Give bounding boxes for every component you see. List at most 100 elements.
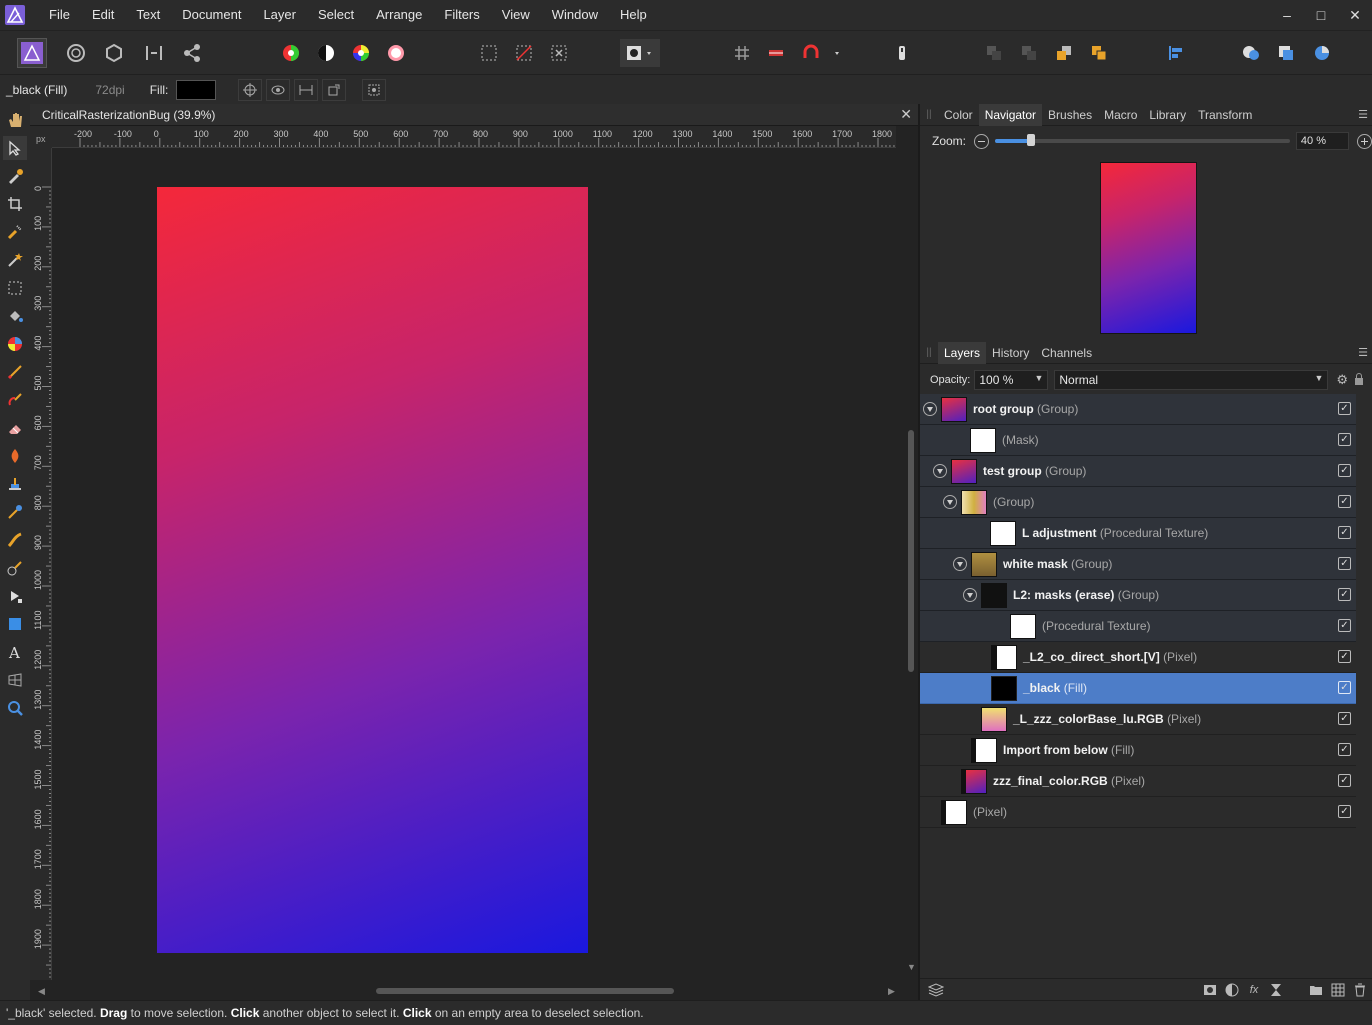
vertical-ruler[interactable]: 0 100 200 300 400 500 600 700 800 900 1000 1100 1200… [30,148,52,980]
hsl-icon[interactable] [347,39,375,67]
visibility-checkbox[interactable]: ✓ [1338,774,1351,787]
horizontal-ruler[interactable]: -200 -100 0 100 200 300 400 500 600 700 800 900 1000… [52,126,896,148]
layer-row[interactable]: root group (Group) ✓ [920,394,1356,425]
fill-color-swatch[interactable] [176,79,217,100]
tab-brushes[interactable]: Brushes [1042,104,1098,126]
fit-width-icon[interactable] [294,78,319,101]
layer-row[interactable]: _L2_co_direct_short.[V] (Pixel) ✓ [920,642,1356,673]
mask-mode-dropdown[interactable] [620,39,660,67]
view-tool-hand-icon[interactable] [3,108,27,132]
tab-macro[interactable]: Macro [1098,104,1143,126]
add-mask-icon[interactable] [1202,982,1218,998]
levels-icon[interactable] [277,39,305,67]
photo-persona-icon[interactable] [17,38,47,68]
liquify-persona-icon[interactable] [62,39,90,67]
node-tool-icon[interactable] [3,584,27,608]
document-close-icon[interactable]: ✕ [900,106,912,123]
tab-color[interactable]: Color [938,104,979,126]
visibility-checkbox[interactable]: ✓ [1338,805,1351,818]
horizontal-scroll-thumb[interactable] [376,988,674,994]
align-left-icon[interactable] [1162,39,1190,67]
layer-row[interactable]: (Procedural Texture) ✓ [920,611,1356,642]
resize-icon[interactable] [322,78,347,101]
visibility-checkbox[interactable]: ✓ [1338,619,1351,632]
zoom-out-icon[interactable] [974,133,989,149]
expand-toggle-icon[interactable] [923,402,937,416]
color-replacement-tool-icon[interactable] [3,388,27,412]
scroll-down-arrow-icon[interactable]: ▼ [907,962,916,972]
visibility-checkbox[interactable]: ✓ [1338,464,1351,477]
menu-document[interactable]: Document [171,0,252,30]
visibility-checkbox[interactable]: ✓ [1338,743,1351,756]
tab-navigator[interactable]: Navigator [978,103,1043,126]
brightness-contrast-icon[interactable] [312,39,340,67]
menu-help[interactable]: Help [609,0,658,30]
tab-library[interactable]: Library [1143,104,1192,126]
visibility-checkbox[interactable]: ✓ [1338,650,1351,663]
export-persona-icon[interactable] [178,39,206,67]
move-to-back-icon[interactable] [980,39,1008,67]
develop-persona-icon[interactable] [100,39,128,67]
white-balance-icon[interactable] [382,39,410,67]
layers-panel-icon[interactable] [928,982,944,998]
flood-select-tool-icon[interactable] [3,248,27,272]
tab-transform[interactable]: Transform [1192,104,1258,126]
blend-mode-select[interactable]: Normal ▼ [1054,370,1329,390]
menu-edit[interactable]: Edit [81,0,125,30]
menu-layer[interactable]: Layer [252,0,307,30]
expand-toggle-icon[interactable] [933,464,947,478]
visibility-checkbox[interactable]: ✓ [1338,495,1351,508]
move-tool-icon[interactable] [3,136,27,160]
visibility-checkbox[interactable]: ✓ [1338,557,1351,570]
layer-row[interactable]: zzz_final_color.RGB (Pixel) ✓ [920,766,1356,797]
panel-menu-icon[interactable]: ☰ [1358,108,1368,121]
close-button[interactable]: ✕ [1338,0,1372,30]
expand-toggle-icon[interactable] [963,588,977,602]
deselect-icon[interactable] [510,39,538,67]
minimize-button[interactable]: – [1270,0,1304,30]
move-forward-one-icon[interactable] [1050,39,1078,67]
layer-row[interactable]: L2: masks (erase) (Group) ✓ [920,580,1356,611]
layer-row[interactable]: (Pixel) ✓ [920,797,1356,828]
layer-row[interactable]: white mask (Group) ✓ [920,549,1356,580]
rectangle-tool-icon[interactable] [3,612,27,636]
lock-icon[interactable] [1354,372,1364,388]
gear-icon[interactable]: ⚙ [1336,372,1348,388]
add-group-folder-icon[interactable] [1308,982,1324,998]
scroll-left-arrow-icon[interactable]: ◀ [38,986,45,997]
move-back-one-icon[interactable] [1015,39,1043,67]
visibility-checkbox[interactable]: ✓ [1338,681,1351,694]
panel-grip-icon[interactable]: || [920,347,938,358]
live-filter-icon[interactable] [1268,982,1284,998]
tab-layers[interactable]: Layers [938,341,987,364]
gradient-tool-icon[interactable] [3,332,27,356]
zoom-tool-icon[interactable] [3,696,27,720]
blemish-removal-tool-icon[interactable] [3,500,27,524]
transform-origin-icon[interactable] [238,78,263,101]
dodge-brush-tool-icon[interactable] [3,444,27,468]
paint-brush-tool-icon[interactable] [3,360,27,384]
mesh-warp-tool-icon[interactable] [3,556,27,580]
snapping-guides-icon[interactable] [762,39,790,67]
menu-file[interactable]: File [38,0,81,30]
boolean-add-icon[interactable] [1237,39,1265,67]
selection-brush-tool-icon[interactable] [3,220,27,244]
opacity-input[interactable]: 100 % ▼ [974,370,1049,390]
crop-tool-icon[interactable] [3,192,27,216]
menu-window[interactable]: Window [541,0,609,30]
visibility-checkbox[interactable]: ✓ [1338,526,1351,539]
delete-layer-trash-icon[interactable] [1352,982,1368,998]
horizontal-scrollbar[interactable]: ◀ ▶ [30,980,905,1000]
color-picker-tool-icon[interactable] [3,164,27,188]
marquee-tool-icon[interactable] [3,276,27,300]
text-tool-icon[interactable]: A [3,640,27,664]
document-tab[interactable]: CriticalRasterizationBug (39.9%) ✕ [30,104,918,126]
vertical-scrollbar[interactable]: ▼ [905,126,918,980]
layer-row[interactable]: _L_zzz_colorBase_lu.RGB (Pixel) ✓ [920,704,1356,735]
visibility-checkbox[interactable]: ✓ [1338,433,1351,446]
menu-view[interactable]: View [491,0,541,30]
expand-toggle-icon[interactable] [943,495,957,509]
tone-mapping-persona-icon[interactable] [140,39,168,67]
rasterize-icon[interactable] [362,78,387,101]
menu-filters[interactable]: Filters [433,0,490,30]
